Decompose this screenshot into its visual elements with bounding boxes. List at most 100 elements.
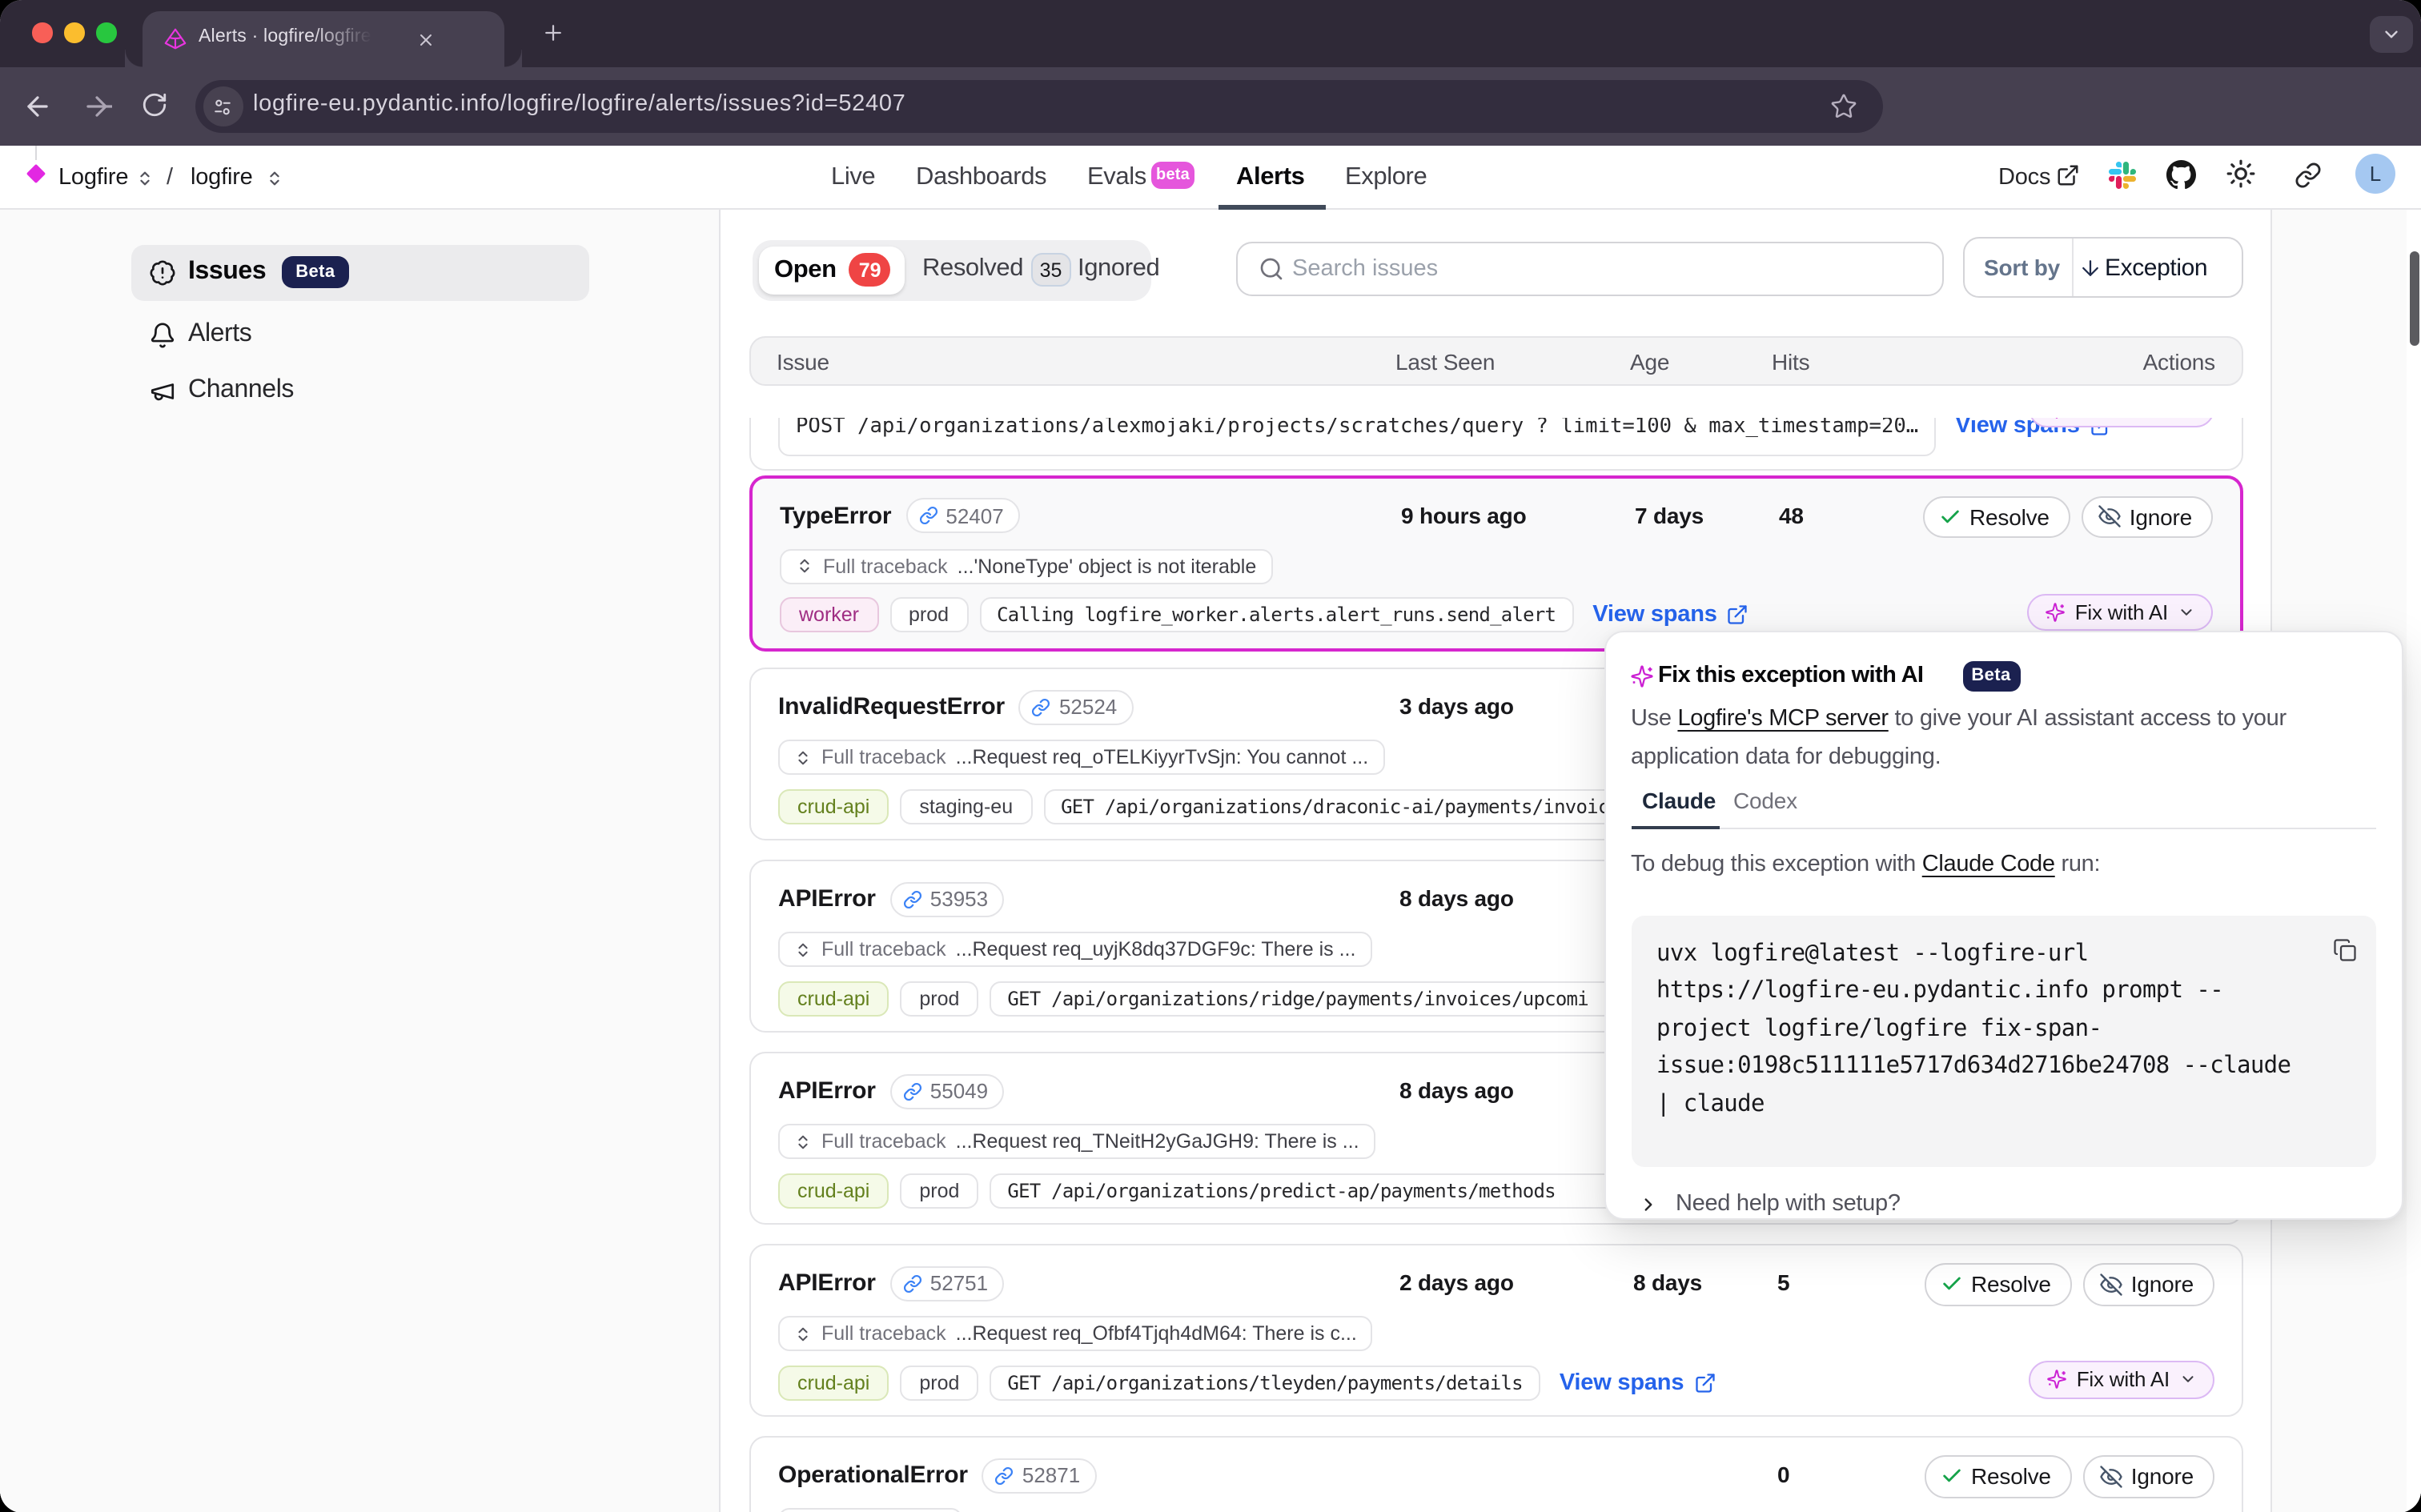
tag-worker[interactable]: worker: [780, 597, 878, 632]
resolved-count-badge: 35: [1030, 253, 1071, 287]
address-bar[interactable]: logfire-eu.pydantic.info/logfire/logfire…: [195, 80, 1883, 133]
site-settings-button[interactable]: [203, 86, 243, 126]
issue-id-chip[interactable]: 53953: [890, 881, 1004, 916]
nav-explore[interactable]: Explore: [1345, 163, 1427, 192]
tag-crud-api[interactable]: crud-api: [778, 981, 889, 1016]
mcp-server-link[interactable]: Logfire's MCP server: [1677, 706, 1888, 732]
tag-prod[interactable]: prod: [900, 1365, 978, 1400]
view-spans-link[interactable]: View spans: [1592, 602, 1748, 628]
scrollbar-track[interactable]: [2407, 210, 2421, 1512]
issue-id-chip[interactable]: 52751: [890, 1265, 1004, 1301]
popover-help-toggle[interactable]: Need help with setup?: [1637, 1191, 1901, 1217]
traceback-chip[interactable]: Full traceback ...'NoneType' object is n…: [780, 548, 1272, 584]
traceback-chip[interactable]: Full traceback: [778, 1508, 962, 1512]
tag-crud-api[interactable]: crud-api: [778, 1365, 889, 1400]
tab-ignored[interactable]: Ignored: [1078, 254, 1159, 283]
resolve-button[interactable]: Resolve: [1925, 1263, 2072, 1305]
docs-external-icon[interactable]: [2056, 162, 2080, 186]
chain-link-icon: [903, 889, 922, 908]
tag-prod[interactable]: prod: [900, 981, 978, 1016]
issue-row-operationalerror[interactable]: OperationalError 52871 0 Resolve Ignore …: [749, 1436, 2243, 1512]
breadcrumb-separator: /: [167, 164, 173, 190]
span-code-chip[interactable]: POST /api/organizations/alexmojaki/proje…: [778, 418, 1936, 455]
issue-id-chip[interactable]: 52871: [982, 1458, 1096, 1493]
issue-id-chip[interactable]: 55049: [890, 1073, 1004, 1109]
reload-icon[interactable]: [141, 91, 168, 118]
toolbar-chevron-button[interactable]: [2370, 16, 2413, 53]
sort-value[interactable]: Exception: [2105, 254, 2207, 281]
tab-resolved[interactable]: Resolved: [922, 254, 1023, 283]
back-icon[interactable]: [22, 91, 53, 122]
zoom-window-button[interactable]: [96, 22, 116, 42]
github-icon[interactable]: [2166, 159, 2196, 189]
span-code-chip[interactable]: GET /api/organizations/tleyden/payments/…: [990, 1365, 1540, 1400]
view-spans-link[interactable]: View spans: [1560, 1370, 1716, 1395]
traceback-chip[interactable]: Full traceback ...Request req_TNeitH2yGa…: [778, 1124, 1375, 1159]
fix-with-ai-button[interactable]: Fix with AI: [2029, 418, 2214, 427]
chevron-down-icon: [2381, 24, 2402, 45]
span-code-chip[interactable]: Calling logfire_worker.alerts.alert_runs…: [979, 597, 1573, 632]
avatar[interactable]: L: [2355, 154, 2395, 194]
copy-icon[interactable]: [2333, 937, 2357, 961]
close-window-button[interactable]: [32, 22, 52, 42]
tag-prod[interactable]: prod: [900, 1173, 978, 1208]
browser-tab[interactable]: Alerts · logfire/logfire · Pydant: [143, 11, 504, 67]
nav-alerts[interactable]: Alerts: [1236, 163, 1304, 192]
minimize-window-button[interactable]: [64, 22, 84, 42]
fix-with-ai-button[interactable]: Fix with AI: [2029, 1361, 2214, 1398]
search-input[interactable]: Search issues: [1236, 241, 1944, 295]
scrollbar-thumb[interactable]: [2409, 251, 2419, 346]
popover-tab-claude[interactable]: Claude: [1642, 787, 1716, 812]
traceback-chip[interactable]: Full traceback ...Request req_oTELKiyyrT…: [778, 740, 1384, 775]
org-selector-icon[interactable]: [136, 168, 154, 189]
tune-icon: [211, 95, 234, 118]
traceback-chip[interactable]: Full traceback ...Request req_uyjK8dq37D…: [778, 932, 1371, 967]
nav-live[interactable]: Live: [831, 163, 875, 192]
bookmark-star-icon[interactable]: [1830, 93, 1857, 120]
ignore-button[interactable]: Ignore: [2083, 1263, 2214, 1305]
resolve-button[interactable]: Resolve: [1923, 495, 2070, 538]
sort-direction-icon[interactable]: [2078, 255, 2102, 279]
span-code-chip[interactable]: GET /api/organizations/ridge/payments/in…: [990, 981, 1678, 1016]
issue-id: 53953: [930, 887, 988, 911]
fix-with-ai-label: Fix with AI: [2077, 1368, 2170, 1392]
last-seen-value: 8 days ago: [1399, 885, 1514, 911]
tab-open[interactable]: Open 79: [759, 246, 904, 294]
popover-tab-codex[interactable]: Codex: [1733, 787, 1797, 812]
url-text[interactable]: logfire-eu.pydantic.info/logfire/logfire…: [253, 91, 906, 117]
issue-id-chip[interactable]: 52407: [905, 498, 1019, 533]
breadcrumb-project[interactable]: logfire: [191, 164, 253, 190]
ignore-button[interactable]: Ignore: [2083, 1455, 2214, 1498]
breadcrumb-org[interactable]: Logfire: [58, 164, 128, 190]
traceback-chip[interactable]: Full traceback ...Request req_Ofbf4Tjqh4…: [778, 1316, 1373, 1351]
theme-sun-icon[interactable]: [2226, 158, 2256, 189]
sidebar-item-channels[interactable]: Channels: [131, 363, 589, 419]
popover-code[interactable]: uvx logfire@latest --logfire-url https:/…: [1656, 936, 2305, 1124]
share-link-icon[interactable]: [2295, 161, 2322, 188]
project-selector-icon[interactable]: [266, 168, 283, 189]
tag-crud-api[interactable]: crud-api: [778, 1173, 889, 1208]
sidebar-item-issues[interactable]: Issues Beta: [131, 244, 589, 300]
tag-staging-eu[interactable]: staging-eu: [900, 788, 1032, 824]
sidebar-item-alerts[interactable]: Alerts: [131, 307, 589, 363]
issue-row-clipped[interactable]: POST /api/organizations/alexmojaki/proje…: [749, 418, 2243, 470]
issue-row-typeerror[interactable]: TypeError 52407 9 hours ago 7 days 48 Re…: [749, 475, 2243, 651]
issue-id-chip[interactable]: 52524: [1019, 689, 1133, 724]
tag-prod[interactable]: prod: [889, 597, 968, 632]
tag-crud-api[interactable]: crud-api: [778, 788, 889, 824]
issue-row-apierror-52751[interactable]: APIError 52751 2 days ago 8 days 5 Resol…: [749, 1244, 2243, 1417]
logfire-logo[interactable]: [25, 162, 46, 183]
nav-evals[interactable]: Evals: [1087, 163, 1146, 192]
sort-control[interactable]: Sort by Exception: [1962, 237, 2243, 297]
nav-dashboards[interactable]: Dashboards: [916, 163, 1046, 192]
tab-close-icon[interactable]: [416, 30, 436, 49]
slack-icon[interactable]: [2109, 161, 2136, 188]
new-tab-icon[interactable]: [541, 21, 565, 45]
docs-link[interactable]: Docs: [1998, 164, 2050, 190]
fix-with-ai-button[interactable]: Fix with AI: [2027, 593, 2213, 631]
forward-icon[interactable]: [82, 91, 112, 122]
ignore-button[interactable]: Ignore: [2082, 495, 2213, 538]
resolve-button[interactable]: Resolve: [1925, 1455, 2072, 1498]
claude-code-link[interactable]: Claude Code: [1922, 852, 2055, 877]
span-code-chip[interactable]: GET /api/organizations/predict-ap/paymen…: [990, 1173, 1678, 1208]
